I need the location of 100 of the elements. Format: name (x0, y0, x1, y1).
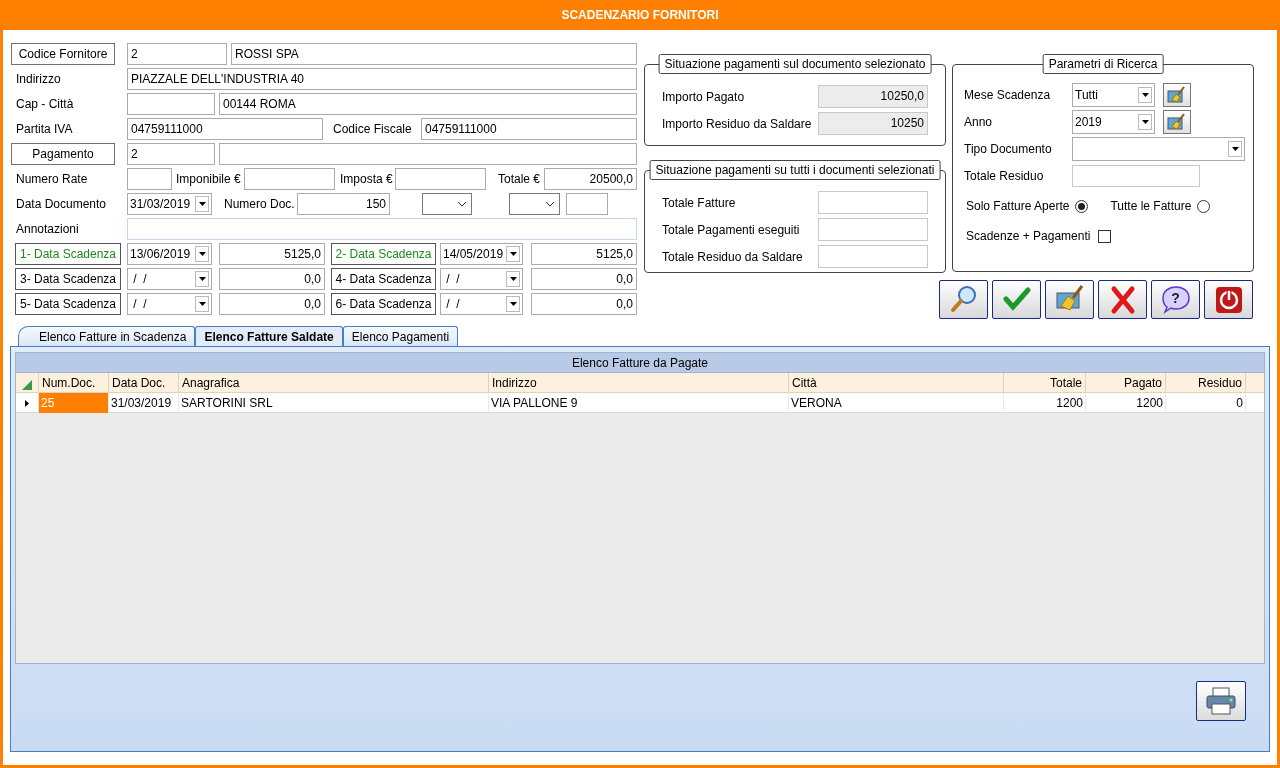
table-cell: 31/03/2019 (109, 393, 179, 413)
delete-button[interactable] (1098, 280, 1147, 319)
grid-title: Elenco Fatture da Pagate (16, 353, 1264, 373)
table-cell: 25 (39, 393, 109, 413)
field-label: Data Documento (15, 196, 108, 213)
table-cell: VIA PALLONE 9 (489, 393, 789, 413)
vat-field[interactable]: 04759111000 (127, 118, 323, 140)
panel-title: Situazione pagamenti sul documento selezionato (658, 54, 932, 74)
tax-field[interactable] (395, 168, 486, 190)
date-picker[interactable]: 31/03/2019 (127, 193, 212, 215)
field-label: Totale Residuo (964, 168, 1045, 185)
window-title: SCADENZARIO FORNITORI (560, 7, 720, 24)
taxable-field[interactable] (244, 168, 335, 190)
amount-field: 10250 (818, 112, 928, 135)
tab[interactable]: Elenco Fatture in Scadenza (18, 326, 196, 346)
dropdown[interactable]: Tutti (1072, 83, 1155, 107)
tax-code-field: 04759111000 (421, 118, 637, 140)
radio-button[interactable] (1197, 199, 1211, 213)
dropdown[interactable] (509, 193, 560, 215)
due-date-button[interactable]: 5- Data Scadenza (15, 293, 121, 315)
field-label: Totale Pagamenti eseguiti (661, 221, 801, 239)
panel-title: Situazione pagamenti su tutti i documenti selezionati (649, 160, 941, 180)
radio-button[interactable] (1075, 199, 1089, 213)
panel-title: Parametri di Ricerca (1042, 54, 1164, 74)
due-date-button[interactable]: 6- Data Scadenza (331, 293, 436, 315)
amount-field[interactable]: 5125,0 (531, 243, 637, 265)
field-label: Numero Rate (15, 171, 89, 188)
amount-field: 10250,0 (818, 85, 928, 108)
field-label: Anno (964, 114, 994, 131)
amount-field[interactable]: 0,0 (531, 268, 637, 290)
payment-field[interactable]: 2 (127, 143, 215, 165)
field-label: Indirizzo (15, 71, 62, 88)
document-number-field[interactable]: 150 (297, 193, 390, 215)
field-label: Imposta € (340, 171, 394, 188)
tab[interactable]: Elenco Fatture Saldate (195, 326, 343, 346)
due-date-button[interactable]: 2- Data Scadenza (331, 243, 436, 265)
table-cell: 0 (1166, 393, 1246, 413)
code-field[interactable]: 2 (127, 43, 227, 65)
lookup-button[interactable]: Codice Fornitore (11, 43, 115, 65)
city-field: 00144 ROMA (219, 93, 637, 115)
tab[interactable]: Elenco Pagamenti (342, 326, 459, 346)
amount-field[interactable]: 0,0 (219, 268, 325, 290)
text-field[interactable] (566, 193, 608, 215)
field-label: Partita IVA (15, 121, 74, 138)
postal-code-field[interactable] (127, 93, 215, 115)
date-picker[interactable]: / / (440, 268, 523, 290)
field-label: Importo Pagato (661, 88, 746, 106)
field-label: Importo Residuo da Saldare (661, 115, 813, 133)
field-label: Tipo Documento (964, 141, 1053, 158)
amount-field[interactable]: 0,0 (531, 293, 637, 315)
question-mark: ? (1170, 290, 1181, 306)
clear-button[interactable] (1163, 83, 1191, 107)
amount-field[interactable]: 5125,0 (219, 243, 325, 265)
amount-field[interactable]: 0,0 (219, 293, 325, 315)
option-label: Solo Fatture Aperte (966, 198, 1070, 215)
exit-button[interactable] (1204, 280, 1253, 319)
due-date-button[interactable]: 4- Data Scadenza (331, 268, 436, 290)
broom-icon (1167, 86, 1187, 104)
field-label: Totale Residuo da Saldare (661, 248, 804, 266)
field-label: Totale € (498, 171, 542, 188)
dropdown[interactable] (422, 193, 472, 215)
table-cell: VERONA (789, 393, 1004, 413)
option-label: Tutte le Fatture (1110, 198, 1192, 215)
installments-field[interactable] (127, 168, 172, 190)
date-picker[interactable]: / / (440, 293, 523, 315)
help-button[interactable]: ? (1151, 280, 1200, 319)
notes-field[interactable] (127, 218, 637, 240)
clear-button[interactable] (1045, 280, 1094, 319)
field-label: Mese Scadenza (964, 87, 1052, 104)
confirm-button[interactable] (992, 280, 1041, 319)
text-field[interactable] (1072, 165, 1200, 187)
field-label: Totale Fatture (661, 194, 737, 212)
search-button[interactable] (939, 280, 988, 319)
due-date-button[interactable]: 3- Data Scadenza (15, 268, 121, 290)
clear-button[interactable] (1163, 110, 1191, 134)
chevron-down-icon (545, 201, 555, 207)
checkbox[interactable] (1098, 229, 1112, 243)
total-field[interactable]: 20500,0 (544, 168, 637, 190)
field-label: Numero Doc. (224, 196, 296, 213)
field-label: Annotazioni (15, 221, 80, 238)
field-label: Imponibile € (176, 171, 242, 188)
help-bubble-icon (1159, 283, 1192, 316)
name-field: ROSSI SPA (231, 43, 637, 65)
date-picker[interactable]: 14/05/2019 (440, 243, 523, 265)
dropdown[interactable]: 2019 (1072, 110, 1155, 134)
field-label: Codice Fiscale (333, 121, 413, 138)
broom-icon (1167, 113, 1187, 131)
due-date-button[interactable]: 1- Data Scadenza (15, 243, 121, 265)
print-button[interactable] (1196, 681, 1246, 721)
date-picker[interactable]: / / (127, 293, 212, 315)
option-label: Scadenze + Pagamenti (966, 228, 1091, 245)
date-picker[interactable]: / / (127, 268, 212, 290)
lookup-button[interactable]: Pagamento (11, 143, 115, 165)
field-label: Cap - Città (15, 96, 75, 113)
corner-triangle-icon (22, 380, 32, 390)
table-cell: 1200 (1004, 393, 1086, 413)
table-cell: SARTORINI SRL (179, 393, 489, 413)
date-picker[interactable]: 13/06/2019 (127, 243, 212, 265)
printer-icon (1205, 686, 1237, 716)
address-field[interactable]: PIAZZALE DELL'INDUSTRIA 40 (127, 68, 637, 90)
